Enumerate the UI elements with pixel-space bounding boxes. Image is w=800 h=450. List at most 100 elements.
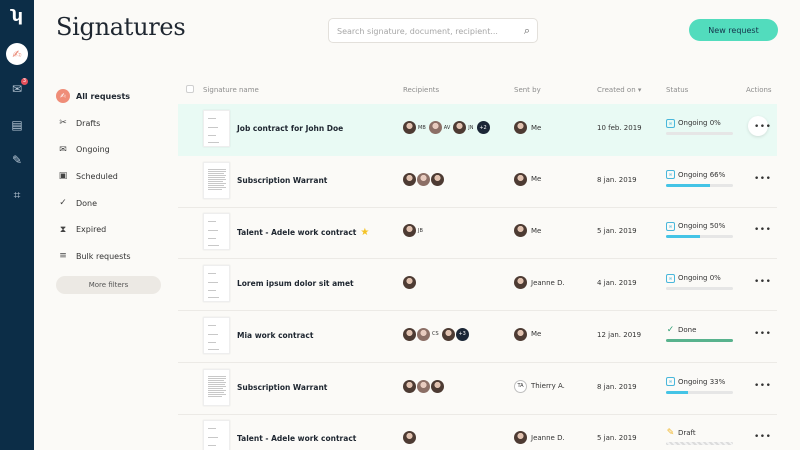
hourglass-icon: ⧗ [59, 224, 67, 235]
recipient-initials: AV [443, 124, 451, 131]
signature-icon: ✍ [6, 43, 28, 65]
calendar-icon: ▣ [58, 171, 68, 182]
table-row[interactable]: Lorem ipsum dolor sit amet Jeanne D. 4 jan… [178, 259, 777, 312]
document-thumbnail[interactable] [203, 110, 230, 147]
table-row[interactable]: Subscription Warrant Me 8 jan. 2019 ✉ Ongoin… [178, 156, 777, 208]
ongoing-icon: ✉ [59, 144, 67, 155]
more-actions-icon[interactable]: ••• [754, 174, 771, 184]
filter-label: Expired [76, 225, 107, 235]
filter-drafts[interactable]: ✂ Drafts [56, 110, 166, 137]
star-icon[interactable]: ★ [360, 227, 369, 238]
column-header-recipients[interactable]: Recipients [403, 86, 439, 94]
filter-done[interactable]: ✓ Done [56, 190, 166, 217]
rail-item-document[interactable]: ▤ [4, 112, 30, 138]
column-header-created-on[interactable]: Created on ▾ [597, 86, 641, 94]
check-icon: ✓ [59, 198, 67, 209]
document-thumbnail[interactable] [203, 161, 230, 199]
column-header-status[interactable]: Status [666, 86, 688, 94]
more-actions-icon[interactable]: ••• [754, 381, 771, 391]
recipient-avatar [417, 172, 430, 186]
progress-bar [666, 235, 733, 239]
status-label: ✉ Ongoing 50% [666, 221, 733, 231]
inbox-icon: ✉ [11, 82, 23, 96]
select-all-checkbox[interactable] [186, 85, 194, 93]
document-name-text: Talent - Adele work contract [237, 434, 357, 444]
logo-icon[interactable]: ʮ [4, 2, 30, 28]
more-actions-icon[interactable]: ••• [754, 432, 771, 442]
status-label: ✉ Ongoing 66% [666, 170, 733, 180]
more-filters-button[interactable]: More filters [56, 276, 161, 294]
filter-expired[interactable]: ⧗ Expired [56, 216, 166, 243]
page-title: Signatures [56, 13, 186, 41]
filter-ongoing[interactable]: ✉ Ongoing [56, 136, 166, 163]
new-request-button[interactable]: New request [689, 19, 778, 41]
document-thumbnail[interactable] [203, 316, 230, 354]
recipient-avatar [431, 379, 444, 393]
document-name-text: Job contract for John Doe [237, 124, 344, 133]
document-name[interactable]: Talent - Adele work contract ★ [237, 227, 369, 238]
recipient-count: +3 [455, 327, 469, 341]
rail-item-analytics[interactable]: ⌗ [4, 182, 30, 208]
document-thumbnail[interactable] [203, 368, 230, 406]
column-header-sent-by[interactable]: Sent by [514, 86, 541, 94]
rail-item-inbox[interactable]: ✉ 3 [4, 76, 30, 102]
more-actions-icon[interactable]: ••• [754, 329, 771, 339]
more-actions-icon[interactable]: ••• [754, 277, 771, 287]
recipient-count: +2 [476, 121, 490, 134]
sender-name: Me [531, 330, 542, 339]
table-row[interactable]: Mia work contract CS +3 Me 12 jan. 2019 ✓ Done… [178, 311, 777, 363]
table-row[interactable]: Talent - Adele work contract Jeanne D. 5 j… [178, 414, 777, 450]
recipients[interactable] [403, 431, 417, 445]
sender-avatar [514, 276, 527, 290]
document-name[interactable]: Mia work contract [237, 331, 313, 340]
status-label: ✉ Ongoing 0% [666, 273, 733, 283]
document-name[interactable]: Subscription Warrant [237, 383, 327, 392]
status-label: ✉ Ongoing 0% [666, 118, 733, 128]
ongoing-icon: ✉ [666, 221, 675, 231]
rail-item-signature[interactable]: ✍ [4, 41, 30, 67]
status-label: ✎ Draft [666, 428, 733, 438]
status-text: Ongoing 50% [678, 222, 726, 231]
recipients[interactable] [403, 276, 417, 290]
status-text: Ongoing 33% [678, 377, 726, 386]
search-input[interactable] [337, 23, 517, 39]
table-row[interactable]: Talent - Adele work contract ★ JB Me 5 jan. … [178, 207, 777, 260]
document-name-text: Subscription Warrant [237, 175, 328, 185]
document-name-text: Talent - Adele work contract [237, 228, 357, 238]
document-thumbnail[interactable] [203, 265, 230, 303]
recipient-avatar [403, 224, 416, 238]
sender-avatar [514, 431, 527, 445]
table-row[interactable]: Job contract for John Doe MB AV JN +2 Me 10 fe… [178, 104, 777, 156]
filter-list: ✍ All requests ✂ Drafts ✉ Ongoing ▣ Scheduled ✓ D… [56, 83, 166, 270]
created-date: 8 jan. 2019 [597, 175, 637, 184]
filter-bulk-requests[interactable]: ≡ Bulk requests [56, 243, 166, 270]
column-header-name[interactable]: Signature name [203, 86, 259, 94]
recipients[interactable]: JB [403, 224, 426, 238]
more-actions-icon[interactable]: ••• [754, 225, 771, 235]
document-name[interactable]: Talent - Adele work contract [237, 434, 356, 443]
search-icon[interactable]: ⌕ [524, 24, 530, 38]
filter-scheduled[interactable]: ▣ Scheduled [56, 163, 166, 190]
created-date: 4 jan. 2019 [597, 279, 637, 288]
sender-name: Jeanne D. [531, 278, 565, 287]
recipient-avatar [417, 327, 430, 341]
document-name[interactable]: Job contract for John Doe [237, 124, 343, 133]
document-name-text: Mia work contract [237, 330, 314, 340]
recipients[interactable] [403, 172, 445, 186]
recipients[interactable] [403, 379, 445, 393]
table-row[interactable]: Subscription Warrant TA Thierry A. 8 jan. 2… [178, 363, 777, 415]
recipient-avatar [403, 276, 416, 290]
recipients[interactable]: MB AV JN +2 [403, 121, 491, 134]
document-name[interactable]: Lorem ipsum dolor sit amet [237, 279, 354, 288]
ongoing-icon: ✉ [666, 377, 675, 386]
more-actions-icon[interactable]: ••• [754, 122, 771, 132]
recipient-avatar [431, 172, 444, 186]
filter-all-requests[interactable]: ✍ All requests [56, 83, 166, 110]
rail-item-edit-document[interactable]: ✎ [4, 147, 30, 173]
status-cell: ✉ Ongoing 0% [666, 273, 733, 291]
filter-label: Scheduled [76, 171, 118, 181]
document-thumbnail[interactable] [203, 213, 230, 251]
document-thumbnail[interactable] [203, 420, 230, 450]
document-name[interactable]: Subscription Warrant [237, 176, 327, 185]
recipients[interactable]: CS +3 [403, 327, 470, 341]
